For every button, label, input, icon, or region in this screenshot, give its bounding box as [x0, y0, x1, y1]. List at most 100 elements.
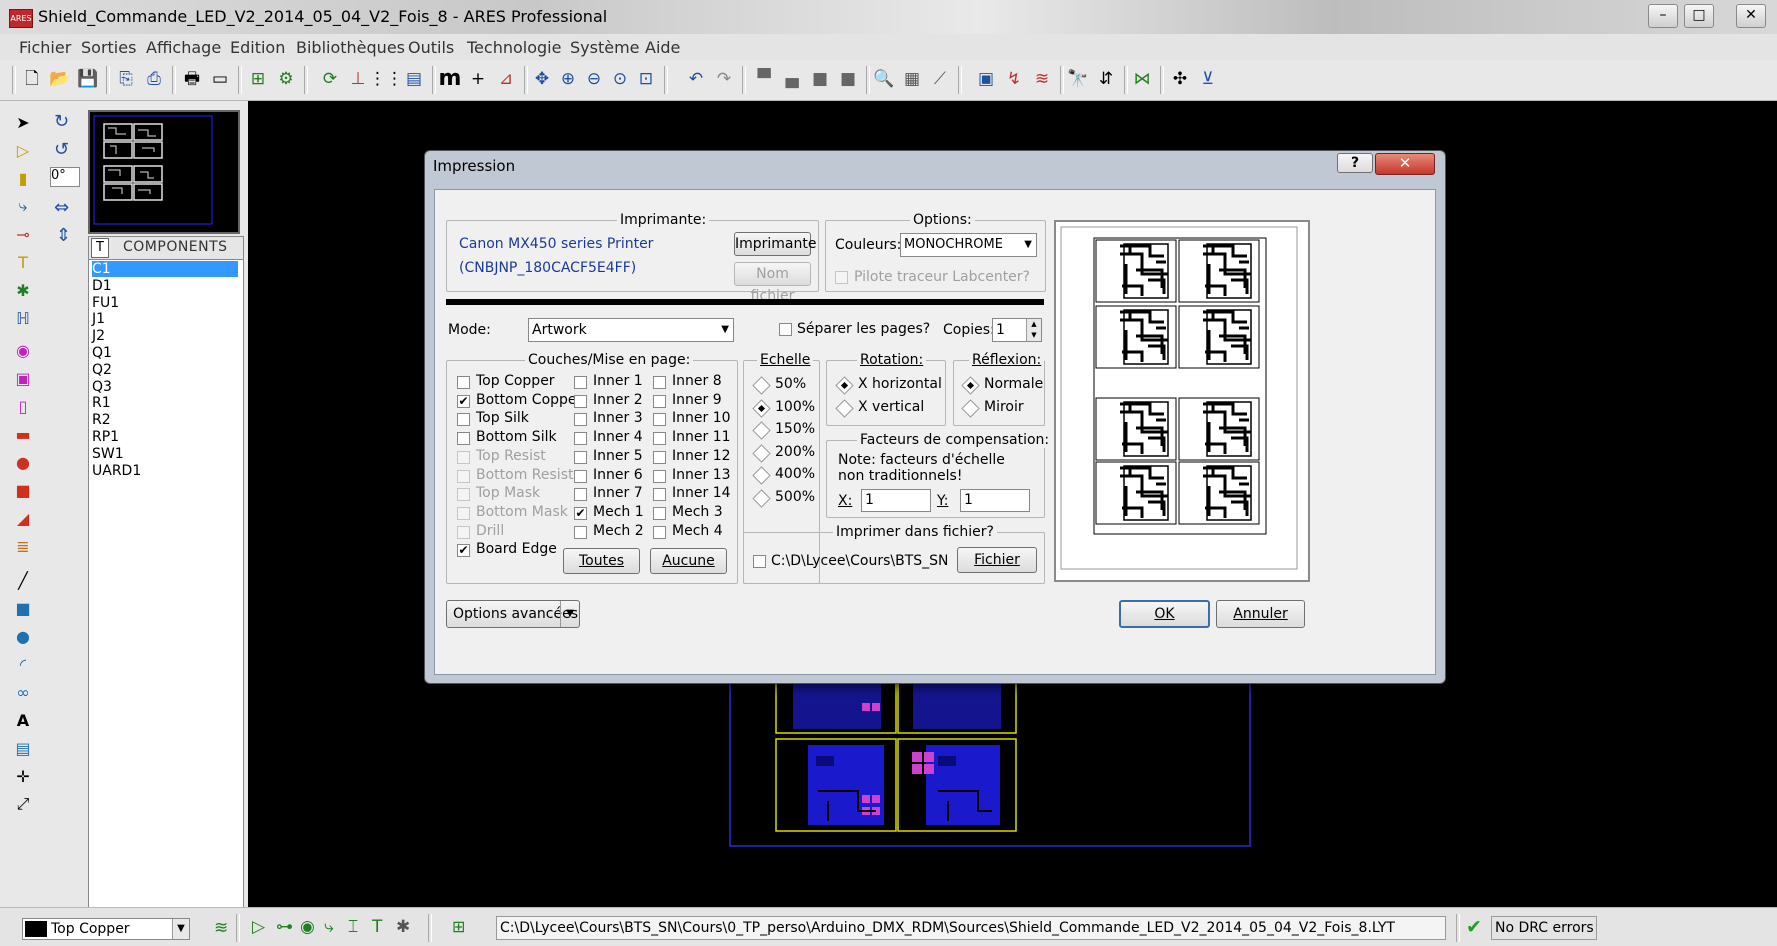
component-list-item[interactable]: UARD1	[92, 463, 238, 479]
autoplace-icon[interactable]: ▣	[974, 67, 998, 91]
component-icon[interactable]: ▷	[12, 139, 34, 161]
snap-icon[interactable]: ⊿	[494, 67, 518, 91]
via-icon[interactable]: ⊸	[12, 223, 34, 245]
track-icon[interactable]: ⤷	[12, 195, 34, 217]
dimension-icon[interactable]: ⤢	[12, 793, 34, 815]
print-to-file-checkbox[interactable]	[753, 555, 766, 568]
connectivity-icon[interactable]: ℍ	[12, 307, 34, 329]
autoroute-icon[interactable]: ↯	[1002, 67, 1026, 91]
make-package-icon[interactable]: ▦	[900, 67, 924, 91]
mirror-x-icon[interactable]: ⇔	[54, 197, 69, 218]
ibeam-icon[interactable]: ⌶	[348, 917, 358, 937]
cancel-button[interactable]: Annuler	[1216, 600, 1305, 628]
layer-checkbox[interactable]	[457, 488, 470, 502]
component-list-item[interactable]: R1	[92, 395, 238, 411]
tidy-icon[interactable]: ≋	[1030, 67, 1054, 91]
menu-sorties[interactable]: Sorties	[81, 38, 136, 57]
arc-icon[interactable]: ◜	[12, 653, 34, 675]
refresh-icon[interactable]: ⟳	[318, 67, 342, 91]
origin-icon[interactable]: ⊥	[346, 67, 370, 91]
layer-checkbox[interactable]	[457, 450, 470, 464]
layer-checkbox[interactable]	[457, 413, 470, 427]
maximize-button[interactable]: □	[1684, 4, 1714, 28]
component-list-item[interactable]: Q3	[92, 379, 238, 395]
menu-technologie[interactable]: Technologie	[467, 38, 561, 57]
padstack-icon[interactable]: ≣	[12, 535, 34, 557]
component-list-item[interactable]: C1	[92, 261, 238, 277]
component-list-item[interactable]: RP1	[92, 429, 238, 445]
print-icon[interactable]: 🖶	[180, 67, 204, 91]
design-explorer-icon[interactable]: ⚙	[274, 67, 298, 91]
x-factor-input[interactable]: 1	[861, 489, 931, 512]
square-pad-icon[interactable]: ▣	[12, 367, 34, 389]
step-icon[interactable]: ⊶	[276, 917, 293, 937]
netlist-icon[interactable]: ⊞	[246, 67, 270, 91]
layer-checkbox[interactable]	[653, 432, 666, 446]
smt-pad-icon[interactable]: ■	[12, 479, 34, 501]
layer-checkbox[interactable]	[653, 413, 666, 427]
zoom-all-icon[interactable]: ⊙	[608, 67, 632, 91]
layer-checkbox[interactable]	[574, 432, 587, 446]
zone-icon[interactable]: T	[12, 251, 34, 273]
layer-select[interactable]: Top Copper ▼	[22, 918, 190, 940]
layer-checkbox[interactable]	[574, 394, 587, 408]
component-list-item[interactable]: Q2	[92, 362, 238, 378]
pan-icon[interactable]: ✥	[530, 67, 554, 91]
drc-icon[interactable]: ⊻	[1196, 67, 1220, 91]
decompose-icon[interactable]: ⟋	[928, 67, 952, 91]
select-all-layers-button[interactable]: Toutes	[563, 548, 640, 574]
play-icon[interactable]: ▷	[252, 917, 265, 937]
select-no-layers-button[interactable]: Aucune	[650, 548, 727, 574]
layer-checkbox[interactable]	[653, 506, 666, 520]
layer-checkbox[interactable]	[457, 525, 470, 539]
layer-checkbox[interactable]: ✔	[457, 544, 470, 558]
box-icon[interactable]: ■	[12, 597, 34, 619]
design-rule-icon[interactable]: ⊞	[452, 917, 465, 936]
title-bar[interactable]: ARES Shield_Commande_LED_V2_2014_05_04_V…	[0, 0, 1777, 34]
layer-checkbox[interactable]	[574, 469, 587, 483]
save-icon[interactable]: 💾	[76, 67, 100, 91]
layer-checkbox[interactable]	[457, 506, 470, 520]
line-icon[interactable]: ╱	[12, 569, 34, 591]
layer-checkbox[interactable]	[653, 394, 666, 408]
layer-checkbox[interactable]	[653, 488, 666, 502]
asterisk-icon[interactable]: ✱	[396, 917, 410, 937]
ratsnest-mode-icon[interactable]: ✱	[12, 279, 34, 301]
layer-checkbox[interactable]	[457, 469, 470, 483]
circle-pad-icon[interactable]: ●	[12, 451, 34, 473]
ratsnest-icon[interactable]: ⋈	[1130, 67, 1154, 91]
zoom-out-icon[interactable]: ⊖	[582, 67, 606, 91]
ok-button[interactable]: OK	[1119, 600, 1210, 628]
component-list-item[interactable]: D1	[92, 278, 238, 294]
zoom-area-icon[interactable]: ⊡	[634, 67, 658, 91]
marker-icon[interactable]: ✛	[12, 765, 34, 787]
route-icon[interactable]: ⤷	[324, 917, 334, 937]
component-list-item[interactable]: FU1	[92, 295, 238, 311]
search-tag-icon[interactable]: 🔭	[1066, 67, 1090, 91]
circle-icon[interactable]: ●	[12, 625, 34, 647]
advanced-options-button[interactable]: Options avancées ▼	[446, 600, 580, 628]
layer-checkbox[interactable]	[574, 413, 587, 427]
symbol-icon[interactable]: ▤	[12, 737, 34, 759]
printer-button[interactable]: Imprimante	[734, 232, 817, 256]
dialog-close-button[interactable]: ✕	[1375, 153, 1435, 175]
layer-checkbox[interactable]	[653, 469, 666, 483]
undo-icon[interactable]: ↶	[684, 67, 708, 91]
choose-file-button[interactable]: Fichier	[957, 547, 1037, 573]
edge-pad-icon[interactable]: ▬	[12, 423, 34, 445]
block-delete-icon[interactable]: ■	[836, 67, 860, 91]
package-icon[interactable]: ▮	[12, 167, 34, 189]
menu-aide[interactable]: Aide	[645, 38, 680, 57]
layer-checkbox[interactable]	[653, 525, 666, 539]
round-pad-icon[interactable]: ◉	[12, 339, 34, 361]
mirror-y-icon[interactable]: ⇕	[56, 225, 71, 246]
layer-checkbox[interactable]	[653, 376, 666, 389]
plotter-driver-checkbox[interactable]	[835, 271, 848, 284]
selection-icon[interactable]: ➤	[12, 111, 34, 133]
pick-from-library-button[interactable]: T	[91, 238, 109, 258]
export-icon[interactable]: ⎙	[142, 67, 166, 91]
minimize-button[interactable]: –	[1648, 4, 1678, 28]
grid-icon[interactable]: ⋮⋮	[369, 67, 403, 91]
component-list-item[interactable]: J2	[92, 328, 238, 344]
rotate-cw-icon[interactable]: ↻	[54, 111, 69, 132]
